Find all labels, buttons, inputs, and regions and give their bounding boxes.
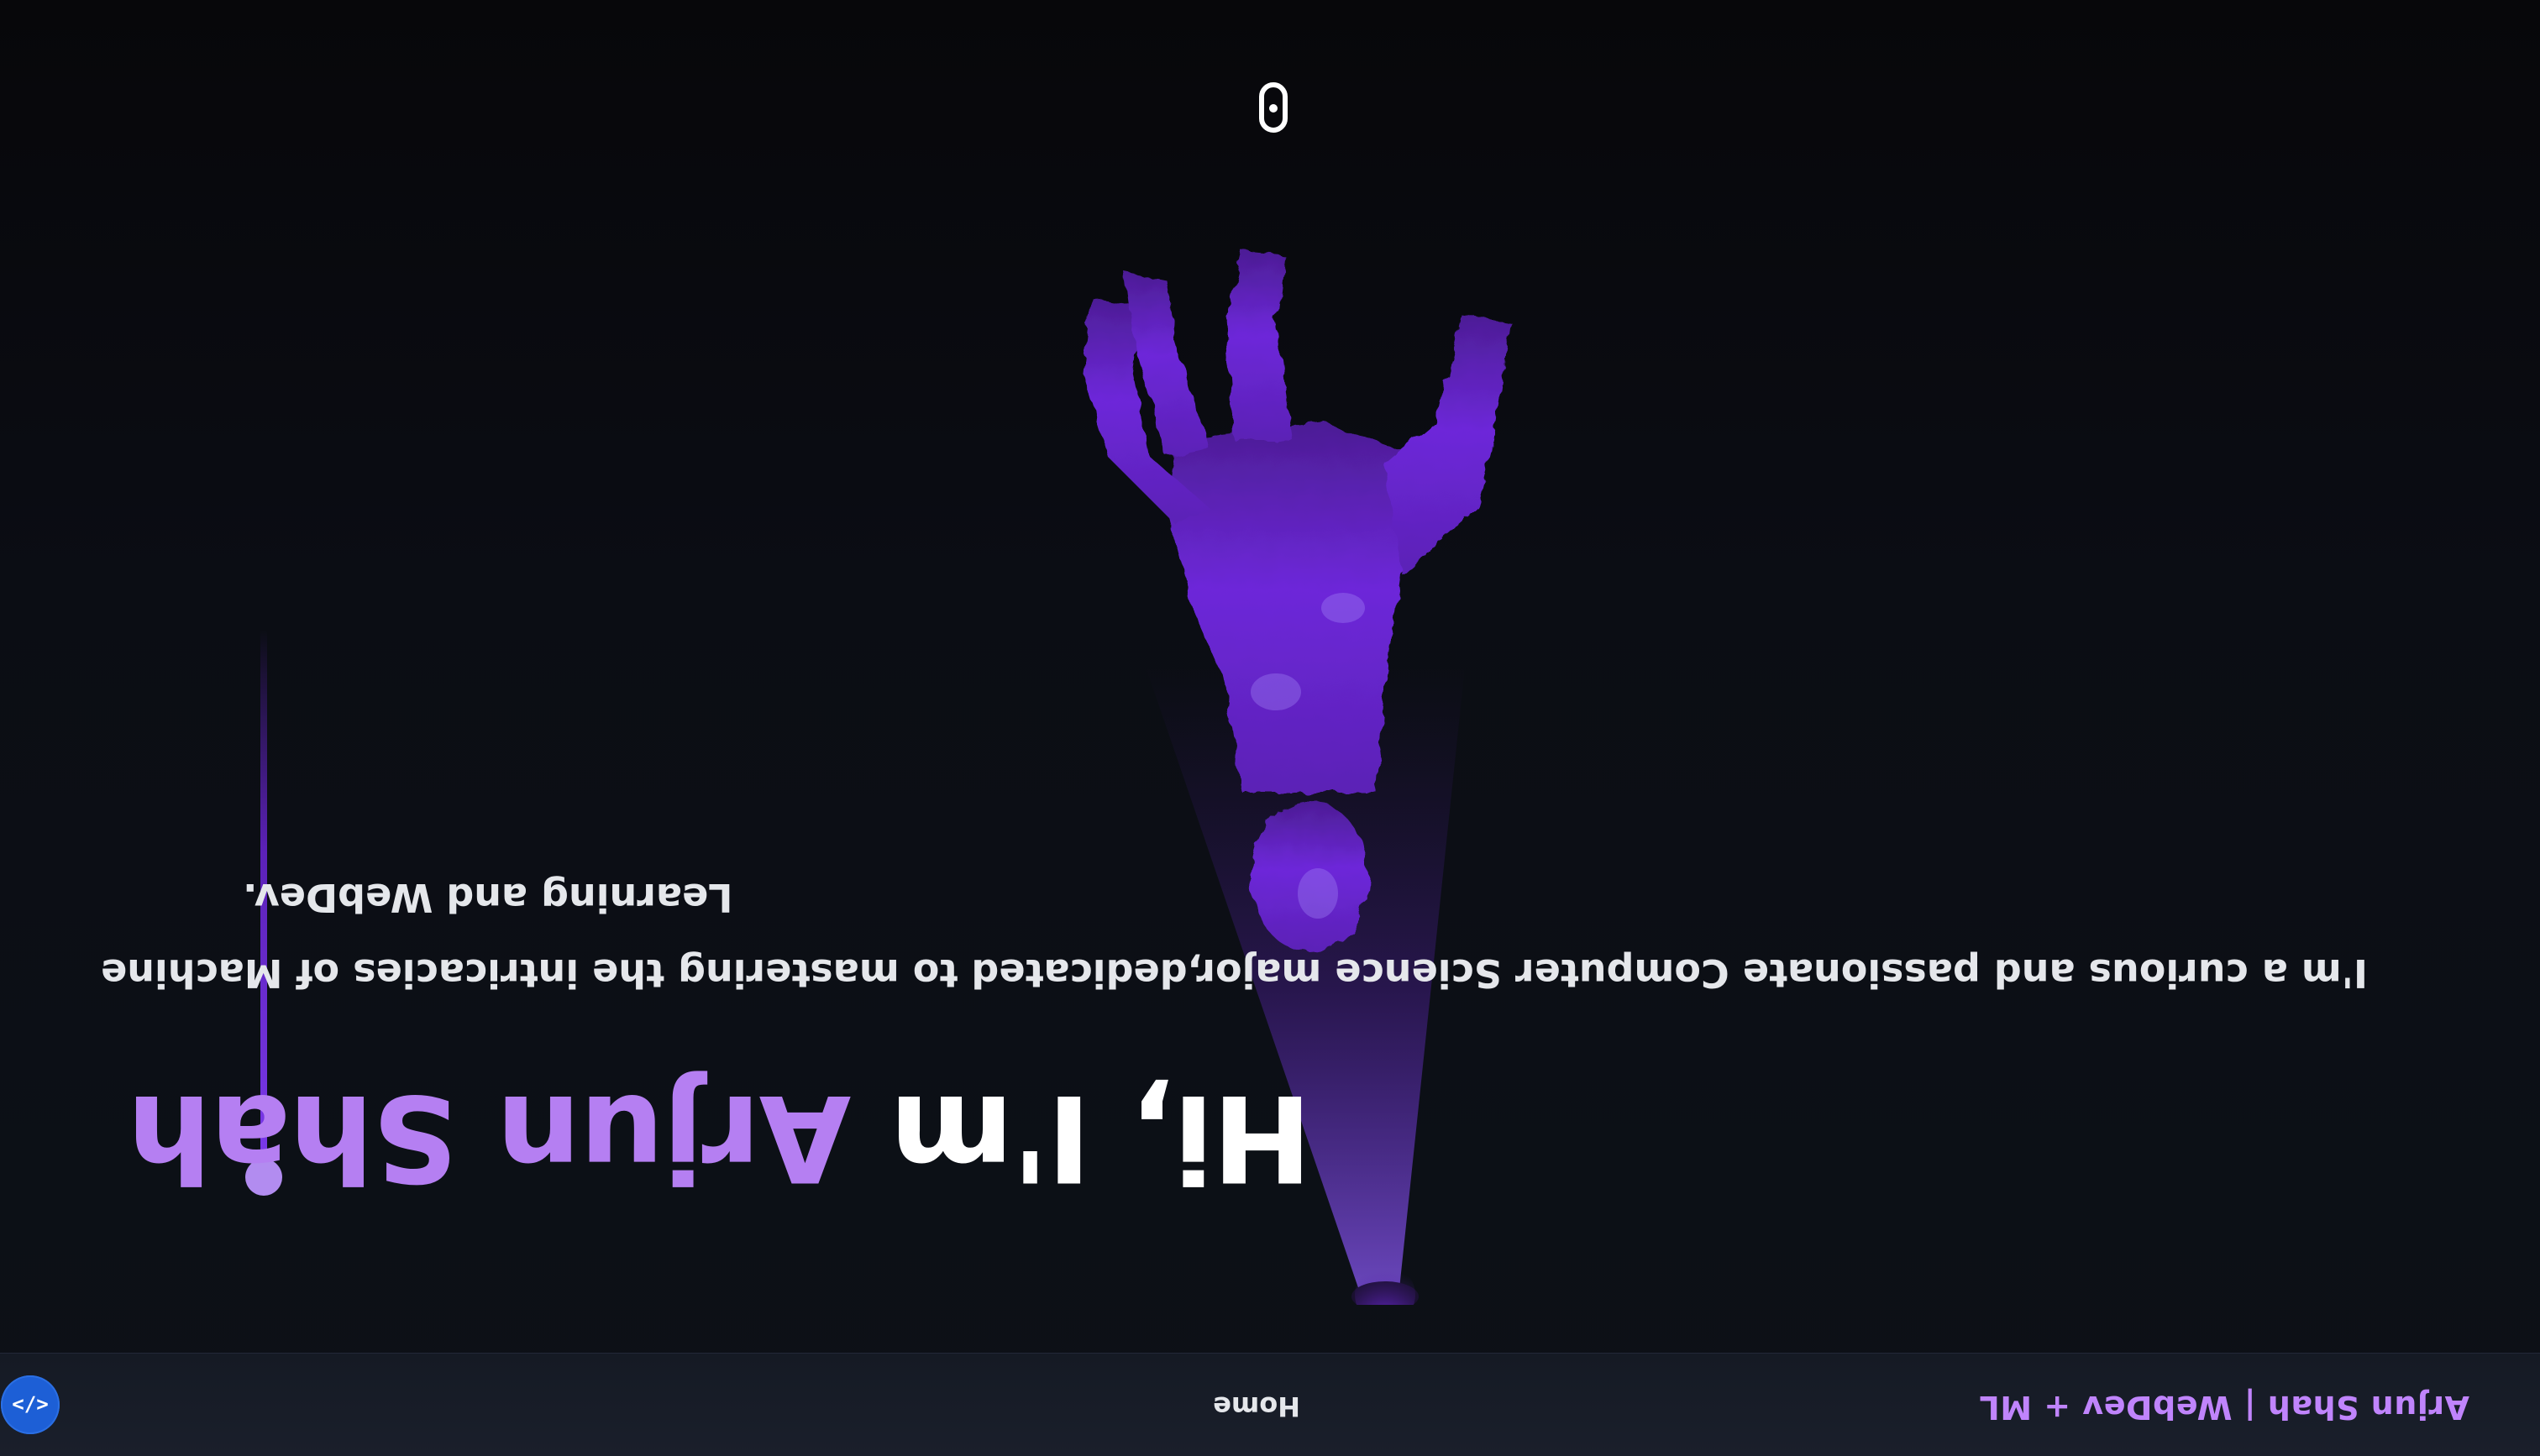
brand-title[interactable]: Arjun Shah | WebDev + ML [1979, 1389, 2469, 1426]
headline-greeting: Hi, I'm [851, 1068, 1312, 1207]
hero-intro: I'm a curious and passionate Computer Sc… [101, 860, 2368, 1011]
portfolio-page: Arjun Shah | WebDev + ML Home </> Hi, I'… [0, 0, 2540, 1456]
statue-figure [1083, 251, 1511, 952]
navbar: Arjun Shah | WebDev + ML Home </> [0, 1353, 2540, 1456]
intro-line-2: Learning and WebDev. [243, 875, 733, 920]
scroll-wheel-dot [1269, 104, 1278, 113]
headline-name: Arjun Shah [128, 1068, 852, 1207]
code-icon[interactable]: </> [1, 1375, 60, 1434]
intro-line-1: I'm a curious and passionate Computer Sc… [101, 951, 2368, 996]
mouse-scroll-icon[interactable] [1259, 82, 1288, 133]
hero-headline: Hi, I'm Arjun Shah [129, 1068, 1312, 1207]
nav-link-home[interactable]: Home [1213, 1391, 1300, 1422]
